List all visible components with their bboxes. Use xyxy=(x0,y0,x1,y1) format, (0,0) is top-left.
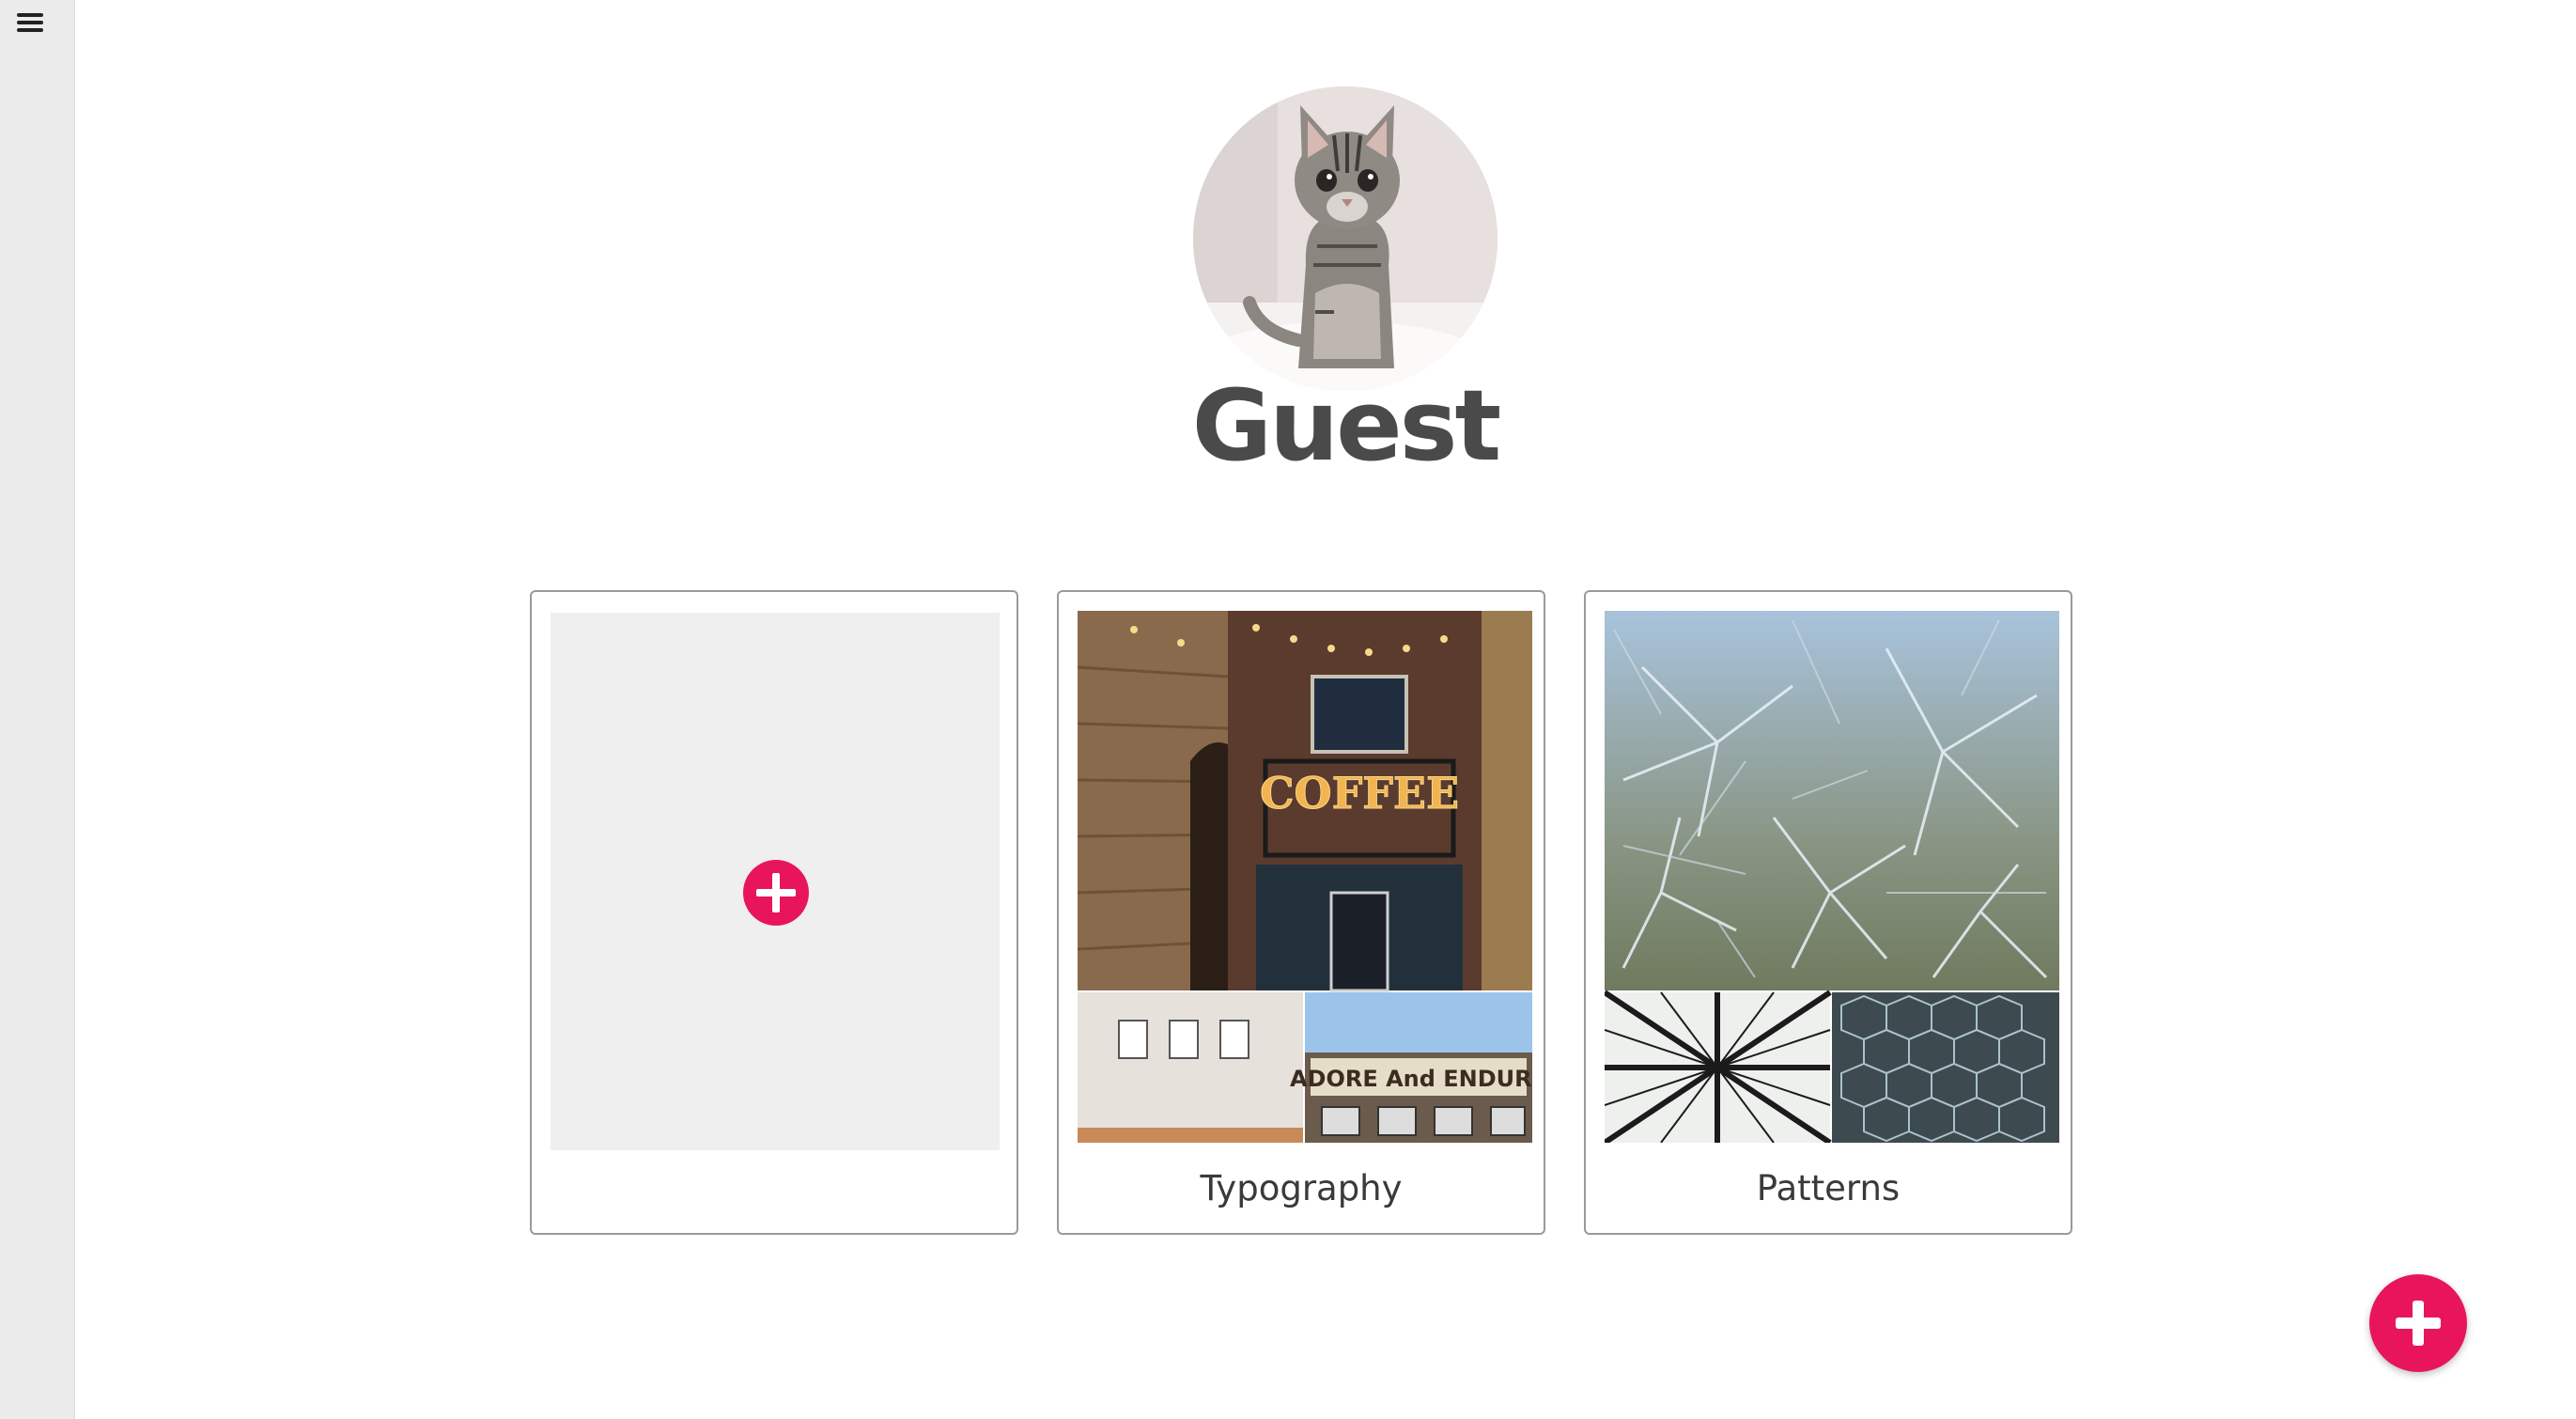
coffee-sign-text: COFFEE xyxy=(1260,768,1459,819)
add-fab-button[interactable] xyxy=(2369,1274,2467,1372)
board-card-patterns[interactable]: Patterns xyxy=(1584,590,2072,1235)
patterns-collage xyxy=(1605,611,2059,1143)
profile-name: Guest xyxy=(1191,368,1502,483)
plus-circle-icon[interactable] xyxy=(743,860,809,926)
avatar[interactable] xyxy=(1193,86,1497,391)
typography-collage: COFFEE ADORE And ENDURE xyxy=(1078,611,1532,1143)
patterns-collage-image xyxy=(1605,611,2059,1143)
card-label-patterns: Patterns xyxy=(1756,1168,1901,1208)
banner-sign-text: ADORE And ENDURE xyxy=(1290,1066,1532,1092)
card-label-typography: Typography xyxy=(1200,1168,1403,1208)
new-board-area[interactable] xyxy=(551,613,1000,1150)
sidebar xyxy=(0,0,75,1419)
kitten-photo xyxy=(1193,86,1497,391)
typography-collage-image: COFFEE ADORE And ENDURE xyxy=(1078,611,1532,1143)
card-label xyxy=(532,1165,1016,1212)
board-card-typography[interactable]: COFFEE ADORE And ENDURE Typography xyxy=(1057,590,1545,1235)
new-board-card[interactable] xyxy=(530,590,1018,1235)
hamburger-menu-icon[interactable] xyxy=(13,4,47,38)
